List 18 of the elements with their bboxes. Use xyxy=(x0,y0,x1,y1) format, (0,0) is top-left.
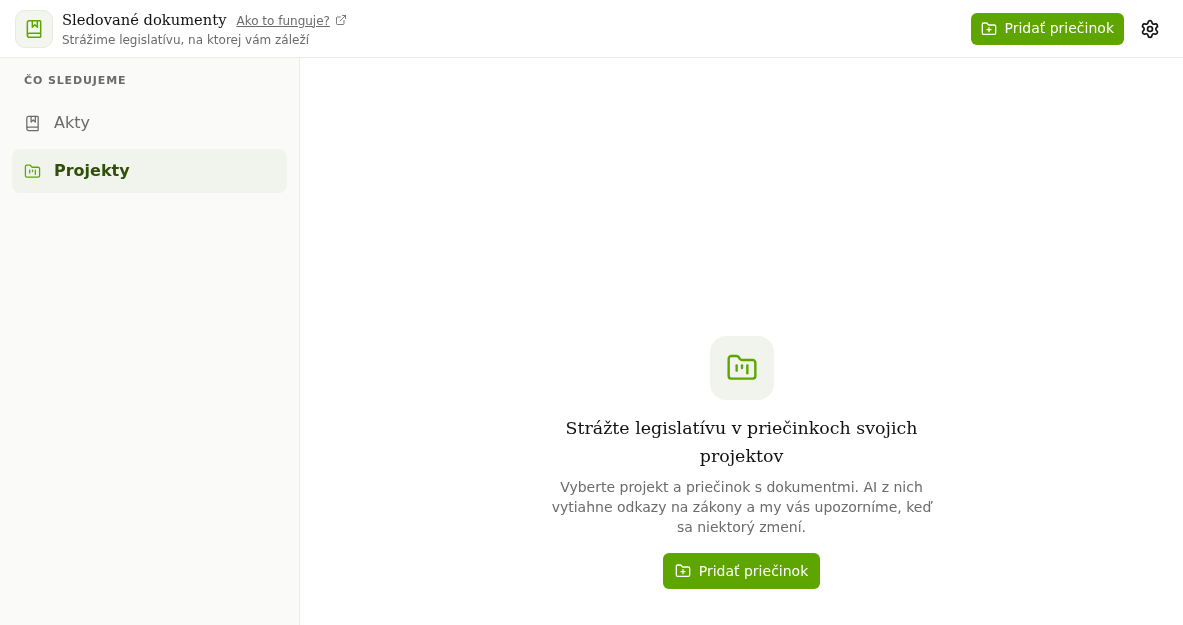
add-folder-button[interactable]: Pridať priečinok xyxy=(662,553,821,589)
book-icon xyxy=(24,18,44,39)
folder-icon xyxy=(24,162,41,180)
app-subtitle: Strážime legislatívu, na ktorej vám záleží xyxy=(62,31,311,48)
help-link[interactable]: Ako to funguje? xyxy=(236,12,330,29)
sidebar-item[interactable]: Projekty xyxy=(12,149,287,193)
folder-plus-icon xyxy=(674,563,691,579)
external-link-icon xyxy=(334,13,347,26)
add-folder-button[interactable]: Pridať priečinok xyxy=(971,12,1124,45)
folder-plus-icon xyxy=(981,20,998,37)
sidebar-item[interactable]: Akty xyxy=(12,101,287,145)
settings-button[interactable] xyxy=(1139,17,1161,40)
settings-icon xyxy=(1140,18,1160,39)
empty-state-title: Strážte legislatívu v priečinkoch svojich projektov xyxy=(564,417,919,468)
book-icon xyxy=(24,114,41,132)
empty-state-description: Vyberte projekt a priečinok s dokumentmi. AI z nich vytiahne odkazy na zákony a my vás upozorníme, keď sa niektorý zmení. xyxy=(550,478,934,537)
section-heading: ČO SLEDUJEME xyxy=(23,73,128,89)
app-title: Sledované dokumenty xyxy=(62,9,227,30)
